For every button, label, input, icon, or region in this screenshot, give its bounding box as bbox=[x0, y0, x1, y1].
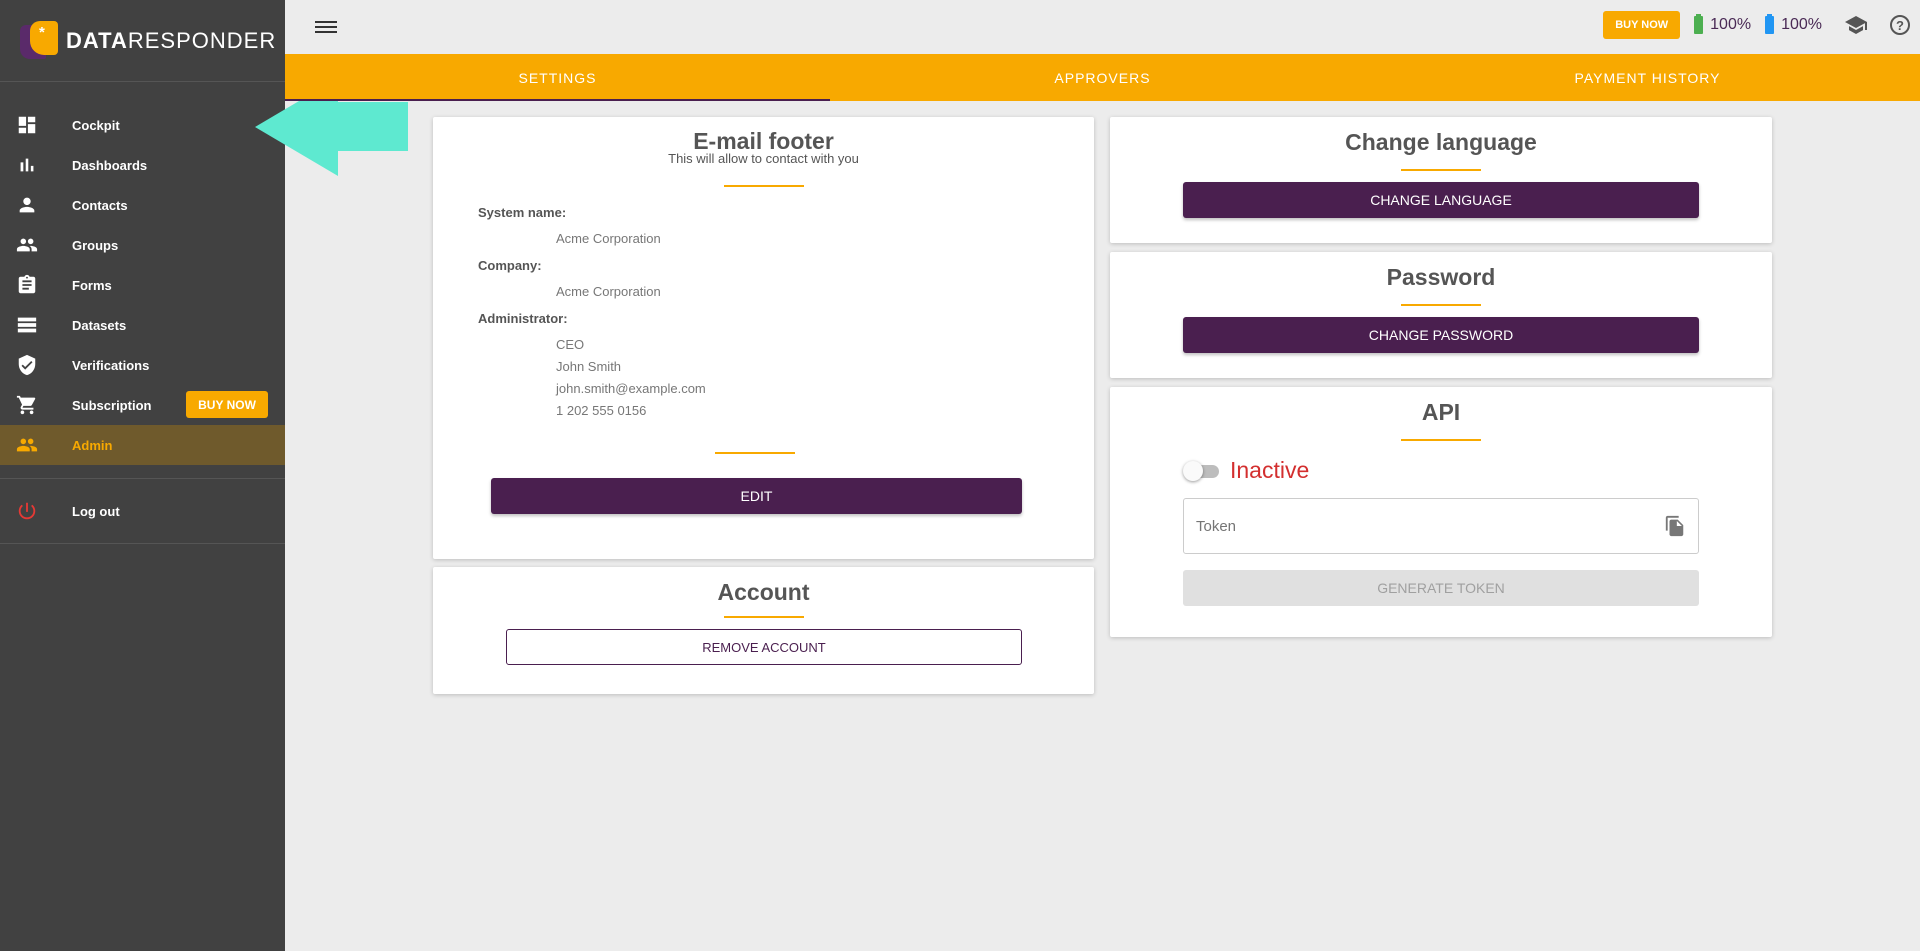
sidebar-item-label: Admin bbox=[72, 437, 113, 453]
sidebar-item-label: Forms bbox=[72, 277, 112, 293]
logo-icon: * bbox=[20, 20, 58, 61]
company-label: Company: bbox=[478, 258, 542, 273]
power-icon bbox=[0, 500, 72, 522]
sidebar-item-cockpit[interactable]: Cockpit bbox=[0, 105, 285, 145]
battery-green-indicator: 100% bbox=[1694, 14, 1752, 34]
admin-name: John Smith bbox=[556, 359, 622, 374]
clipboard-icon bbox=[0, 274, 72, 296]
sidebar-item-forms[interactable]: Forms bbox=[0, 265, 285, 305]
title-underline bbox=[723, 185, 804, 187]
title-underline bbox=[1401, 304, 1481, 306]
card-subtitle: This will allow to contact with you bbox=[668, 151, 859, 166]
card-title: Password bbox=[1386, 264, 1496, 290]
card-title: Change language bbox=[1345, 129, 1537, 155]
title-underline bbox=[1401, 439, 1481, 441]
title-underline bbox=[1401, 169, 1481, 171]
api-toggle-row: Inactive bbox=[1183, 457, 1772, 484]
sidebar-item-verifications[interactable]: Verifications bbox=[0, 345, 285, 385]
change-language-button[interactable]: CHANGE LANGUAGE bbox=[1183, 182, 1699, 218]
sidebar-item-datasets[interactable]: Datasets bbox=[0, 305, 285, 345]
sidebar-item-contacts[interactable]: Contacts bbox=[0, 185, 285, 225]
help-icon[interactable]: ? bbox=[1890, 15, 1910, 35]
sidebar-item-label: Groups bbox=[72, 237, 119, 253]
email-footer-card: E-mail footer This will allow to contact… bbox=[433, 117, 1094, 559]
admin-people-icon bbox=[0, 434, 72, 456]
admin-title: CEO bbox=[556, 337, 585, 352]
admin-phone: 1 202 555 0156 bbox=[556, 403, 647, 418]
shield-check-icon bbox=[0, 354, 72, 376]
settings-tabs: SETTINGS APPROVERS PAYMENT HISTORY bbox=[285, 54, 1920, 101]
generate-token-button[interactable]: GENERATE TOKEN bbox=[1183, 570, 1699, 606]
battery-icon bbox=[1765, 14, 1775, 34]
tab-payment-history[interactable]: PAYMENT HISTORY bbox=[1375, 54, 1920, 101]
divider bbox=[0, 543, 285, 544]
administrator-label: Administrator: bbox=[478, 311, 568, 326]
list-icon bbox=[0, 314, 72, 336]
cart-icon bbox=[0, 394, 72, 416]
top-right-actions: BUY NOW 100% 100% ? bbox=[1603, 10, 1920, 40]
card-title: API bbox=[1421, 399, 1461, 425]
sidebar-item-subscription[interactable]: Subscription BUY NOW bbox=[0, 385, 285, 425]
sidebar-item-label: Log out bbox=[72, 503, 120, 519]
api-status: Inactive bbox=[1230, 457, 1310, 483]
sidebar: * DATARESPONDER Cockpit Dashboards Conta… bbox=[0, 0, 285, 951]
copy-icon[interactable] bbox=[1664, 515, 1686, 537]
battery-icon bbox=[1694, 14, 1704, 34]
battery-green-value: 100% bbox=[1710, 16, 1752, 33]
sidebar-item-label: Verifications bbox=[72, 357, 150, 373]
graduation-cap-icon[interactable] bbox=[1844, 13, 1868, 37]
sidebar-item-logout[interactable]: Log out bbox=[0, 491, 285, 531]
api-toggle[interactable] bbox=[1183, 460, 1221, 482]
sidebar-item-label: Subscription bbox=[72, 397, 152, 413]
api-card: API Inactive GENERATE TOKEN bbox=[1110, 387, 1772, 637]
people-icon bbox=[0, 234, 72, 256]
title-underline bbox=[723, 616, 804, 618]
system-name-label: System name: bbox=[478, 205, 567, 220]
logo-text: DATARESPONDER bbox=[66, 27, 277, 53]
sidebar-item-label: Cockpit bbox=[72, 117, 120, 133]
sidebar-item-label: Dashboards bbox=[72, 157, 148, 173]
buy-now-button[interactable]: BUY NOW bbox=[186, 391, 268, 418]
change-language-card: Change language CHANGE LANGUAGE bbox=[1110, 117, 1772, 243]
sidebar-nav: Cockpit Dashboards Contacts Groups Forms… bbox=[0, 105, 285, 544]
company-value: Acme Corporation bbox=[556, 284, 661, 299]
card-title: E-mail footer bbox=[693, 128, 834, 154]
token-field bbox=[1183, 498, 1699, 554]
edit-button[interactable]: EDIT bbox=[491, 478, 1022, 514]
sidebar-item-admin[interactable]: Admin bbox=[0, 425, 285, 465]
admin-email: john.smith@example.com bbox=[556, 381, 706, 396]
password-card: Password CHANGE PASSWORD bbox=[1110, 252, 1772, 378]
divider bbox=[715, 452, 795, 454]
tab-settings[interactable]: SETTINGS bbox=[285, 54, 830, 101]
bar-chart-icon bbox=[0, 154, 72, 176]
top-bar: BUY NOW 100% 100% ? bbox=[285, 0, 1920, 54]
account-card: Account REMOVE ACCOUNT bbox=[433, 567, 1094, 694]
divider bbox=[0, 478, 285, 479]
buy-now-top-button[interactable]: BUY NOW bbox=[1603, 11, 1681, 39]
sidebar-item-dashboards[interactable]: Dashboards bbox=[0, 145, 285, 185]
card-title: Account bbox=[717, 579, 810, 605]
menu-icon[interactable] bbox=[315, 18, 337, 36]
system-name-value: Acme Corporation bbox=[556, 231, 661, 246]
battery-blue-value: 100% bbox=[1781, 16, 1822, 33]
change-password-button[interactable]: CHANGE PASSWORD bbox=[1183, 317, 1699, 353]
dashboard-icon bbox=[0, 114, 72, 136]
sidebar-item-label: Datasets bbox=[72, 317, 127, 333]
token-input[interactable] bbox=[1184, 499, 1624, 553]
person-icon bbox=[0, 194, 72, 216]
sidebar-item-groups[interactable]: Groups bbox=[0, 225, 285, 265]
tab-approvers[interactable]: APPROVERS bbox=[830, 54, 1375, 101]
logo[interactable]: * DATARESPONDER bbox=[0, 0, 285, 82]
sidebar-item-label: Contacts bbox=[72, 197, 128, 213]
remove-account-button[interactable]: REMOVE ACCOUNT bbox=[506, 629, 1022, 665]
battery-blue-indicator: 100% bbox=[1765, 14, 1822, 34]
